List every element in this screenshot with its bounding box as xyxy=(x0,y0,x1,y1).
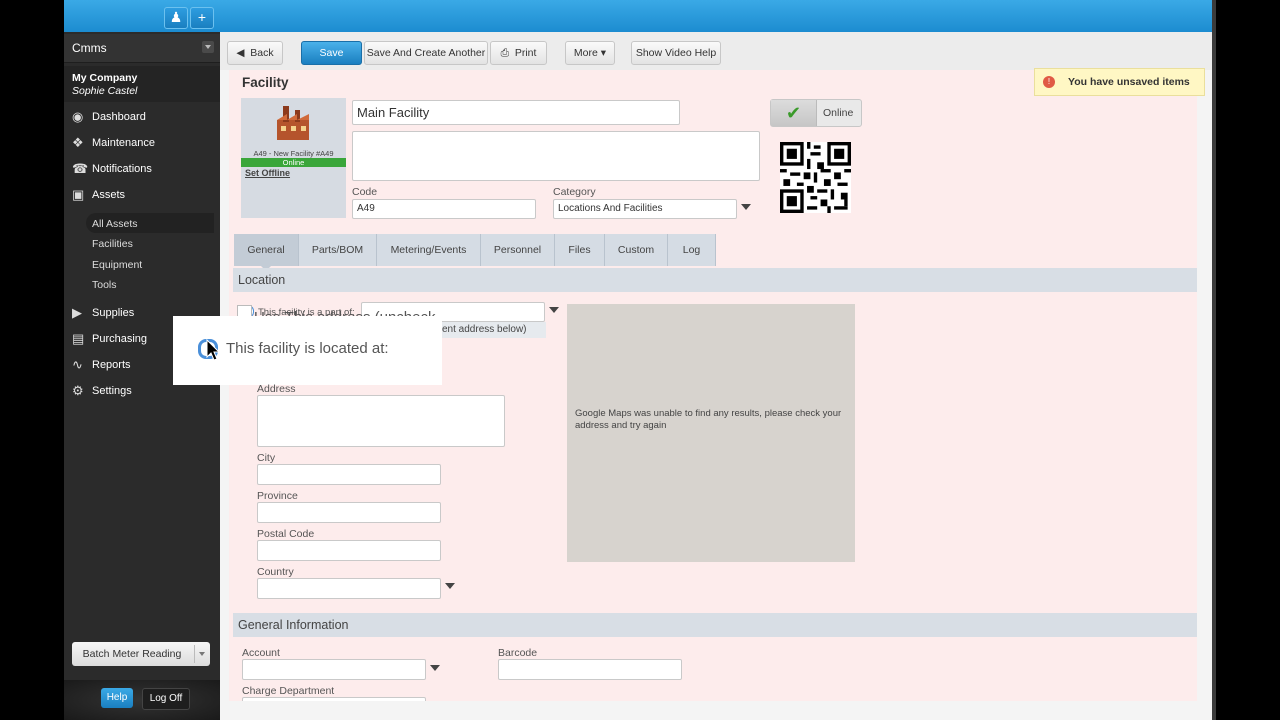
address-label: Address xyxy=(257,383,296,395)
record-type-title: Facility xyxy=(242,75,289,90)
more-button[interactable]: More ▾ xyxy=(565,41,615,65)
warning-icon: ! xyxy=(1043,76,1055,88)
app-switcher[interactable]: Cmms xyxy=(64,34,220,63)
code-label: Code xyxy=(352,186,378,198)
general-info-section-header: General Information xyxy=(233,613,1197,637)
page-bottom xyxy=(220,701,1212,720)
user-icon: ♟ xyxy=(169,9,183,25)
qr-code-image xyxy=(780,142,851,213)
tab-general[interactable]: General xyxy=(234,234,299,266)
log-off-button[interactable]: Log Off xyxy=(142,688,190,710)
postal-code-label: Postal Code xyxy=(257,528,315,540)
category-select[interactable]: Locations And Facilities xyxy=(553,199,737,219)
arrow-left-icon: ◀ xyxy=(236,47,245,59)
factory-icon xyxy=(277,106,309,140)
facility-name-field[interactable]: Main Facility xyxy=(352,100,680,125)
wrench-icon: ❖ xyxy=(72,135,84,150)
parent-facility-dropdown-icon[interactable] xyxy=(549,307,559,313)
sidebar-item-assets[interactable]: ▣ Assets xyxy=(72,186,212,204)
show-video-help-button[interactable]: Show Video Help xyxy=(631,41,721,65)
province-label: Province xyxy=(257,490,298,502)
thumbnail-caption: A49 - New Facility #A49 xyxy=(253,149,334,158)
category-dropdown-icon[interactable] xyxy=(741,204,751,210)
app-menu-chevron-icon[interactable] xyxy=(202,41,214,53)
description-field[interactable] xyxy=(352,131,760,181)
back-button[interactable]: ◀ Back xyxy=(227,41,283,65)
unsaved-notice: ! You have unsaved items xyxy=(1034,68,1205,96)
sidebar-subitem-facilities[interactable]: Facilities xyxy=(92,238,133,250)
user-button[interactable]: ♟ xyxy=(164,7,188,29)
batch-meter-button[interactable]: Batch Meter Reading xyxy=(72,642,210,666)
company-name: My Company xyxy=(72,72,138,84)
location-section-header: Location xyxy=(233,268,1197,292)
top-bar xyxy=(64,0,1212,32)
truck-icon: ▶ xyxy=(72,305,82,320)
tab-personnel[interactable]: Personnel xyxy=(481,234,555,266)
mouse-cursor-icon xyxy=(206,339,220,361)
account-label: Account xyxy=(242,647,280,659)
different-address-hint: ent address below) xyxy=(440,322,546,338)
barcode-label: Barcode xyxy=(498,647,538,659)
city-field[interactable] xyxy=(257,464,441,485)
barcode-field[interactable] xyxy=(498,659,682,680)
cart-icon: ▤ xyxy=(72,331,85,346)
tab-custom[interactable]: Custom xyxy=(605,234,668,266)
check-icon: ✔ xyxy=(771,100,817,126)
gear-icon: ⚙ xyxy=(72,383,84,398)
postal-code-field[interactable] xyxy=(257,540,441,561)
bell-icon: ☎ xyxy=(72,161,89,176)
set-offline-link[interactable]: Set Offline xyxy=(245,168,290,178)
country-label: Country xyxy=(257,566,294,578)
tab-metering-events[interactable]: Metering/Events xyxy=(377,234,481,266)
save-create-another-button[interactable]: Save And Create Another xyxy=(364,41,488,65)
tab-files[interactable]: Files xyxy=(555,234,605,266)
chevron-down-icon: ▾ xyxy=(600,47,607,59)
sidebar-item-maintenance[interactable]: ❖ Maintenance xyxy=(72,134,212,152)
status-bar: Online xyxy=(241,158,346,167)
printer-icon: ⎙ xyxy=(500,47,509,59)
country-dropdown-icon[interactable] xyxy=(445,583,455,589)
print-button[interactable]: ⎙ Print xyxy=(490,41,547,65)
help-button[interactable]: Help xyxy=(101,688,133,708)
charge-department-label: Charge Department xyxy=(242,685,335,697)
dashboard-icon: ◉ xyxy=(72,109,84,124)
sidebar-subitem-all-assets[interactable]: All Assets xyxy=(92,218,138,230)
tab-log[interactable]: Log xyxy=(668,234,716,266)
account-select[interactable] xyxy=(242,659,426,680)
chart-icon: ∿ xyxy=(72,357,83,372)
province-field[interactable] xyxy=(257,502,441,523)
save-button[interactable]: Save xyxy=(301,41,362,65)
chevron-down-icon[interactable] xyxy=(199,652,205,656)
sidebar-item-notifications[interactable]: ☎ Notifications xyxy=(72,160,212,178)
address-field[interactable] xyxy=(257,395,505,447)
code-field[interactable]: A49 xyxy=(352,199,536,219)
account-dropdown-icon[interactable] xyxy=(430,665,440,671)
country-select[interactable] xyxy=(257,578,441,599)
sidebar-item-dashboard[interactable]: ◉ Dashboard xyxy=(72,108,212,126)
map-panel[interactable]: Google Maps was unable to find any resul… xyxy=(567,304,855,562)
user-name: Sophie Castel xyxy=(72,85,138,97)
city-label: City xyxy=(257,452,276,464)
app-name: Cmms xyxy=(72,41,107,55)
online-toggle[interactable]: ✔ Online xyxy=(770,99,862,127)
category-label: Category xyxy=(553,186,596,198)
scrollbar[interactable] xyxy=(1212,0,1216,720)
window-edge xyxy=(1212,0,1280,720)
sidebar-subitem-equipment[interactable]: Equipment xyxy=(92,259,142,271)
sidebar-subitem-tools[interactable]: Tools xyxy=(92,279,117,291)
tab-parts-bom[interactable]: Parts/BOM xyxy=(299,234,377,266)
add-button[interactable]: + xyxy=(190,7,214,29)
cubes-icon: ▣ xyxy=(72,187,85,202)
